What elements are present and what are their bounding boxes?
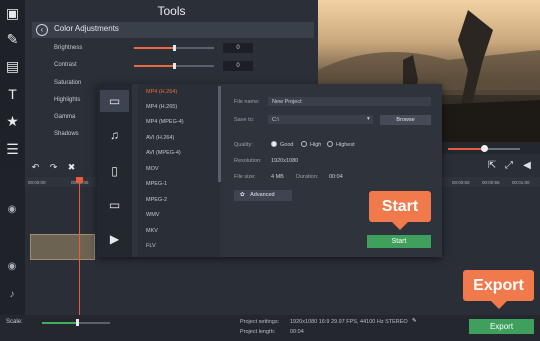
format-list-scrollbar[interactable]: [218, 86, 221, 182]
save-to-label: Save to:: [234, 117, 255, 123]
gear-icon: ✿: [240, 192, 245, 198]
trash-icon[interactable]: ✖: [66, 162, 77, 173]
film-icon[interactable]: ▣: [3, 4, 22, 23]
scale-slider-knob[interactable]: [76, 319, 79, 326]
back-arrow-icon[interactable]: ‹: [36, 24, 48, 36]
playhead-handle[interactable]: [76, 177, 83, 183]
start-callout: Start: [369, 191, 431, 222]
tools-title: Tools: [157, 4, 186, 18]
tab-audio[interactable]: ♫: [100, 124, 129, 146]
resolution-value: 1920x1080: [271, 158, 299, 164]
brightness-slider[interactable]: [134, 45, 214, 51]
left-toolbar: ▣ ✎ ▤ T ★ ☰: [0, 0, 25, 168]
adjustment-label: Gamma: [54, 114, 76, 120]
project-settings-value: 1920x1080 16:9 29.97 FPS, 44100 Hz STERE…: [290, 319, 408, 325]
tick-label: 00:00:55: [482, 180, 500, 185]
format-item[interactable]: MP4 (H.265): [146, 104, 177, 110]
filmstrip-icon[interactable]: ▤: [3, 57, 22, 76]
contrast-slider-knob[interactable]: [173, 63, 176, 69]
project-settings-label: Project settings:: [240, 319, 280, 325]
tick-label: 00:01:00: [512, 180, 530, 185]
adjustment-label: Shadows: [54, 131, 79, 137]
project-length-label: Project length:: [240, 329, 276, 335]
format-item[interactable]: MPEG-1: [146, 181, 167, 187]
resolution-label: Resolution:: [234, 158, 262, 164]
file-name-label: File name:: [234, 99, 260, 105]
quality-label: Quality:: [234, 142, 253, 148]
format-item[interactable]: AVI (MPEG-4): [146, 150, 181, 156]
tab-video[interactable]: ▭: [100, 90, 129, 112]
fullscreen-icon[interactable]: ⤢: [503, 160, 515, 172]
quality-highest-radio[interactable]: [327, 141, 333, 147]
browse-button[interactable]: Browse: [380, 115, 431, 125]
quality-option: Good: [280, 142, 294, 148]
format-item[interactable]: FLV: [146, 243, 156, 249]
text-icon[interactable]: T: [3, 85, 22, 104]
contrast-slider[interactable]: [134, 63, 214, 69]
advanced-label: Advanced: [250, 192, 275, 198]
menu-icon[interactable]: ☰: [3, 140, 22, 159]
adjustment-label: Highlights: [54, 97, 81, 103]
format-item[interactable]: MOV: [146, 166, 159, 172]
brightness-value[interactable]: 0: [223, 43, 253, 53]
export-callout: Export: [463, 270, 534, 301]
star-icon[interactable]: ★: [3, 112, 22, 131]
start-button[interactable]: Start: [367, 235, 431, 248]
file-size-value: 4 MB: [271, 174, 284, 180]
adjustment-label: Saturation: [54, 80, 82, 86]
eye-icon[interactable]: ◉: [5, 260, 19, 274]
tab-online[interactable]: ▶: [100, 228, 129, 250]
color-adjustments-title: Color Adjustments: [54, 24, 119, 33]
tab-tv[interactable]: ▭: [100, 194, 129, 216]
format-item[interactable]: MP4 (H.264): [146, 89, 177, 95]
color-adjustments-header[interactable]: ‹ Color Adjustments: [32, 22, 314, 38]
format-item[interactable]: MPEG-2: [146, 197, 167, 203]
brightness-slider-knob[interactable]: [173, 45, 176, 51]
format-item[interactable]: AVI (H.264): [146, 135, 174, 141]
format-item[interactable]: WMV: [146, 212, 159, 218]
video-clip[interactable]: [30, 234, 95, 260]
adjustment-label: Contrast: [54, 62, 77, 68]
tab-devices[interactable]: ▯: [100, 160, 129, 182]
export-button[interactable]: Export: [469, 319, 534, 334]
project-length-value: 00:04: [290, 329, 304, 335]
track-headers: ◉ ◉ ♪: [0, 168, 25, 315]
chevron-down-icon[interactable]: ▾: [367, 116, 370, 122]
contrast-value[interactable]: 0: [223, 61, 253, 71]
file-name-value: New Project: [272, 99, 302, 105]
advanced-button[interactable]: ✿ Advanced: [234, 190, 292, 201]
start-callout-arrow: [392, 222, 408, 230]
quality-good-radio[interactable]: [271, 141, 277, 147]
volume-icon[interactable]: ◀: [521, 160, 533, 172]
brightness-slider-fill: [134, 47, 174, 49]
playhead[interactable]: [79, 177, 80, 315]
export-callout-arrow: [491, 301, 507, 309]
magic-wand-icon[interactable]: ✎: [3, 30, 22, 49]
tick-label: 00:00:00: [28, 180, 46, 185]
quality-option: Highest: [336, 142, 355, 148]
seek-progress: [448, 148, 484, 150]
export-icon[interactable]: ⇱: [486, 160, 498, 172]
quality-high-radio[interactable]: [301, 141, 307, 147]
music-icon: ♪: [9, 289, 15, 300]
scale-slider-fill: [42, 322, 78, 324]
file-size-label: File size:: [234, 174, 256, 180]
scale-label: Scale:: [6, 319, 23, 325]
adjustment-label: Brightness: [54, 45, 83, 51]
redo-icon[interactable]: ↷: [48, 162, 59, 173]
duration-value: 00:04: [329, 174, 343, 180]
undo-icon[interactable]: ↶: [30, 162, 41, 173]
seek-knob[interactable]: [481, 145, 488, 152]
pencil-icon[interactable]: ✎: [412, 318, 417, 324]
eye-icon[interactable]: ◉: [5, 203, 19, 217]
format-item[interactable]: MKV: [146, 228, 158, 234]
format-item[interactable]: MP4 (MPEG-4): [146, 119, 184, 125]
tick-label: 00:00:50: [452, 180, 470, 185]
quality-option: High: [310, 142, 322, 148]
contrast-slider-fill: [134, 65, 174, 67]
save-to-value: C:\: [272, 117, 280, 123]
save-to-dropdown[interactable]: [268, 115, 373, 124]
duration-label: Duration:: [296, 174, 319, 180]
